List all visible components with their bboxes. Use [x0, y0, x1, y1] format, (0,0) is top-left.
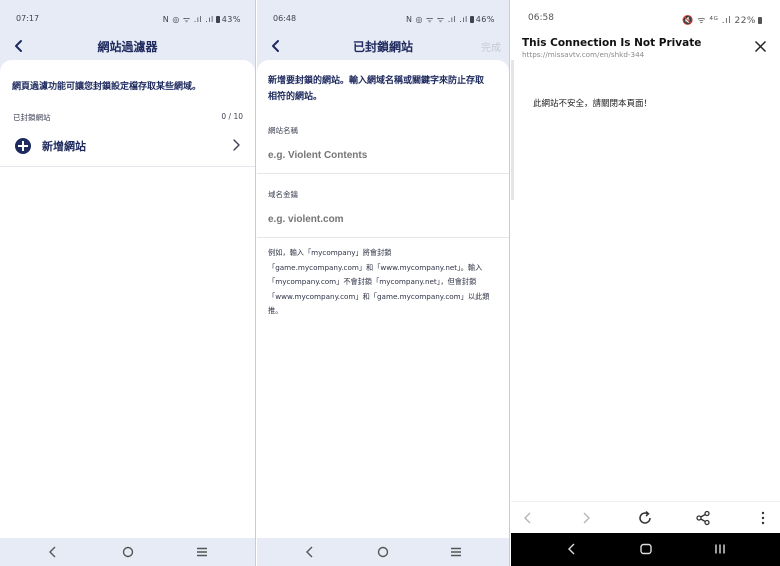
page-url: https://missavtv.com/en/shkd-344: [522, 50, 645, 59]
done-button[interactable]: 完成: [481, 39, 501, 54]
app-header: 網站過濾器: [0, 34, 255, 58]
plus-circle-icon: [15, 138, 31, 154]
form-description-line: 相符的網站。: [268, 92, 323, 102]
form-description-line: 新增要封鎖的網站。輸入網域名稱或關鍵字來防止存取: [268, 76, 485, 86]
nav-home-icon[interactable]: [121, 545, 135, 559]
nav-home-icon[interactable]: [639, 542, 653, 556]
warning-message: 此網站不安全，請關閉本頁面！: [533, 99, 653, 109]
reload-icon[interactable]: [637, 510, 653, 526]
status-signal-icons: N ◎ ᯤ ᯤ .ıl .ıl: [405, 15, 468, 24]
status-bar: 07:17 N ◎ ᯤ .ıl .ıl 43%: [0, 0, 255, 34]
web-filter-screen: 07:17 N ◎ ᯤ .ıl .ıl 43% 網站過濾器 網頁過濾功能可讓您封鎖…: [0, 0, 256, 566]
share-icon[interactable]: [695, 510, 711, 526]
add-website-button[interactable]: 新增網站: [0, 130, 255, 167]
close-icon[interactable]: [754, 40, 767, 53]
status-bar: 06:58 🔇 ᯤ ⁴ᴳ .ıl 22%: [511, 0, 780, 34]
status-bar: 06:48 N ◎ ᯤ ᯤ .ıl .ıl 46%: [257, 0, 509, 34]
app-header: 已封鎖網站 完成: [257, 34, 509, 58]
domain-key-label: 域名金鑰: [268, 190, 298, 199]
page-title: 網站過濾器: [97, 40, 158, 54]
status-time: 07:17: [16, 14, 40, 23]
form-description: 新增要封鎖的網站。輸入網域名稱或關鍵字來防止存取 相符的網站。: [268, 73, 501, 105]
status-icons: 🔇 ᯤ ⁴ᴳ .ıl 22%: [682, 13, 764, 26]
status-time: 06:58: [528, 13, 554, 23]
scrollbar[interactable]: [511, 60, 514, 200]
status-time: 06:48: [273, 14, 297, 23]
status-icons: N ◎ ᯤ .ıl .ıl 43%: [163, 14, 241, 25]
add-website-label: 新增網站: [42, 140, 86, 153]
blocked-sites-label: 已封鎖網站: [13, 113, 51, 122]
site-name-input[interactable]: [268, 146, 499, 164]
example-line: 「game.mycompany.com」和「www.mycompany.net」…: [268, 262, 483, 272]
form-card: 新增要封鎖的網站。輸入網域名稱或關鍵字來防止存取 相符的網站。 網站名稱 域名金…: [257, 60, 509, 538]
nav-back-icon[interactable]: [46, 545, 60, 559]
example-help-text: 例如，輸入「mycompany」將會封鎖 「game.mycompany.com…: [268, 246, 499, 319]
battery-level: 43%: [221, 15, 241, 24]
status-signal-icons: N ◎ ᯤ .ıl .ıl: [162, 15, 214, 24]
feature-description: 網頁過濾功能可讓您封鎖設定檔存取某些網域。: [12, 82, 202, 92]
nav-recents-icon[interactable]: [195, 545, 209, 559]
more-options-icon[interactable]: [755, 510, 771, 526]
nav-recents-icon[interactable]: [449, 545, 463, 559]
domain-key-input[interactable]: [268, 210, 499, 228]
blocked-site-form-screen: 06:48 N ◎ ᯤ ᯤ .ıl .ıl 46% 已封鎖網站 完成 新增要封鎖的…: [257, 0, 510, 566]
status-signal-icons: 🔇 ᯤ ⁴ᴳ .ıl: [682, 16, 732, 26]
example-line: 推。: [268, 306, 283, 315]
nav-home-icon[interactable]: [376, 545, 390, 559]
blocked-sites-count: 0 / 10: [221, 112, 243, 121]
chevron-right-icon: [233, 139, 240, 151]
browser-toolbar: [511, 501, 780, 533]
content-card: 網頁過濾功能可讓您封鎖設定檔存取某些網域。 已封鎖網站 0 / 10 新增網站: [0, 60, 255, 538]
battery-icon: [469, 16, 474, 23]
example-line: 「www.mycompany.com」和「game.mycompany.com」…: [268, 291, 490, 301]
site-name-label: 網站名稱: [268, 126, 298, 135]
browser-forward-icon[interactable]: [578, 510, 594, 526]
status-icons: N ◎ ᯤ ᯤ .ıl .ıl 46%: [406, 14, 495, 25]
divider: [257, 237, 509, 238]
battery-icon: [758, 17, 762, 24]
page-title: This Connection Is Not Private: [522, 37, 702, 49]
battery-icon: [215, 16, 220, 23]
browser-warning-screen: 06:58 🔇 ᯤ ⁴ᴳ .ıl 22% This Connection Is …: [511, 0, 780, 566]
example-line: 「mycompany.com」不會封鎖「mycompany.net」，但會封鎖: [268, 277, 477, 286]
divider: [257, 173, 509, 174]
battery-level: 22%: [734, 16, 756, 26]
system-nav-bar: [0, 538, 255, 566]
nav-recents-icon[interactable]: [713, 542, 727, 556]
battery-level: 46%: [475, 15, 495, 24]
page-title: 已封鎖網站: [352, 40, 413, 54]
browser-back-icon[interactable]: [520, 510, 536, 526]
nav-back-icon[interactable]: [565, 542, 579, 556]
system-nav-bar: [511, 533, 780, 566]
system-nav-bar: [257, 538, 509, 566]
example-line: 例如，輸入「mycompany」將會封鎖: [268, 248, 392, 257]
nav-back-icon[interactable]: [303, 545, 317, 559]
